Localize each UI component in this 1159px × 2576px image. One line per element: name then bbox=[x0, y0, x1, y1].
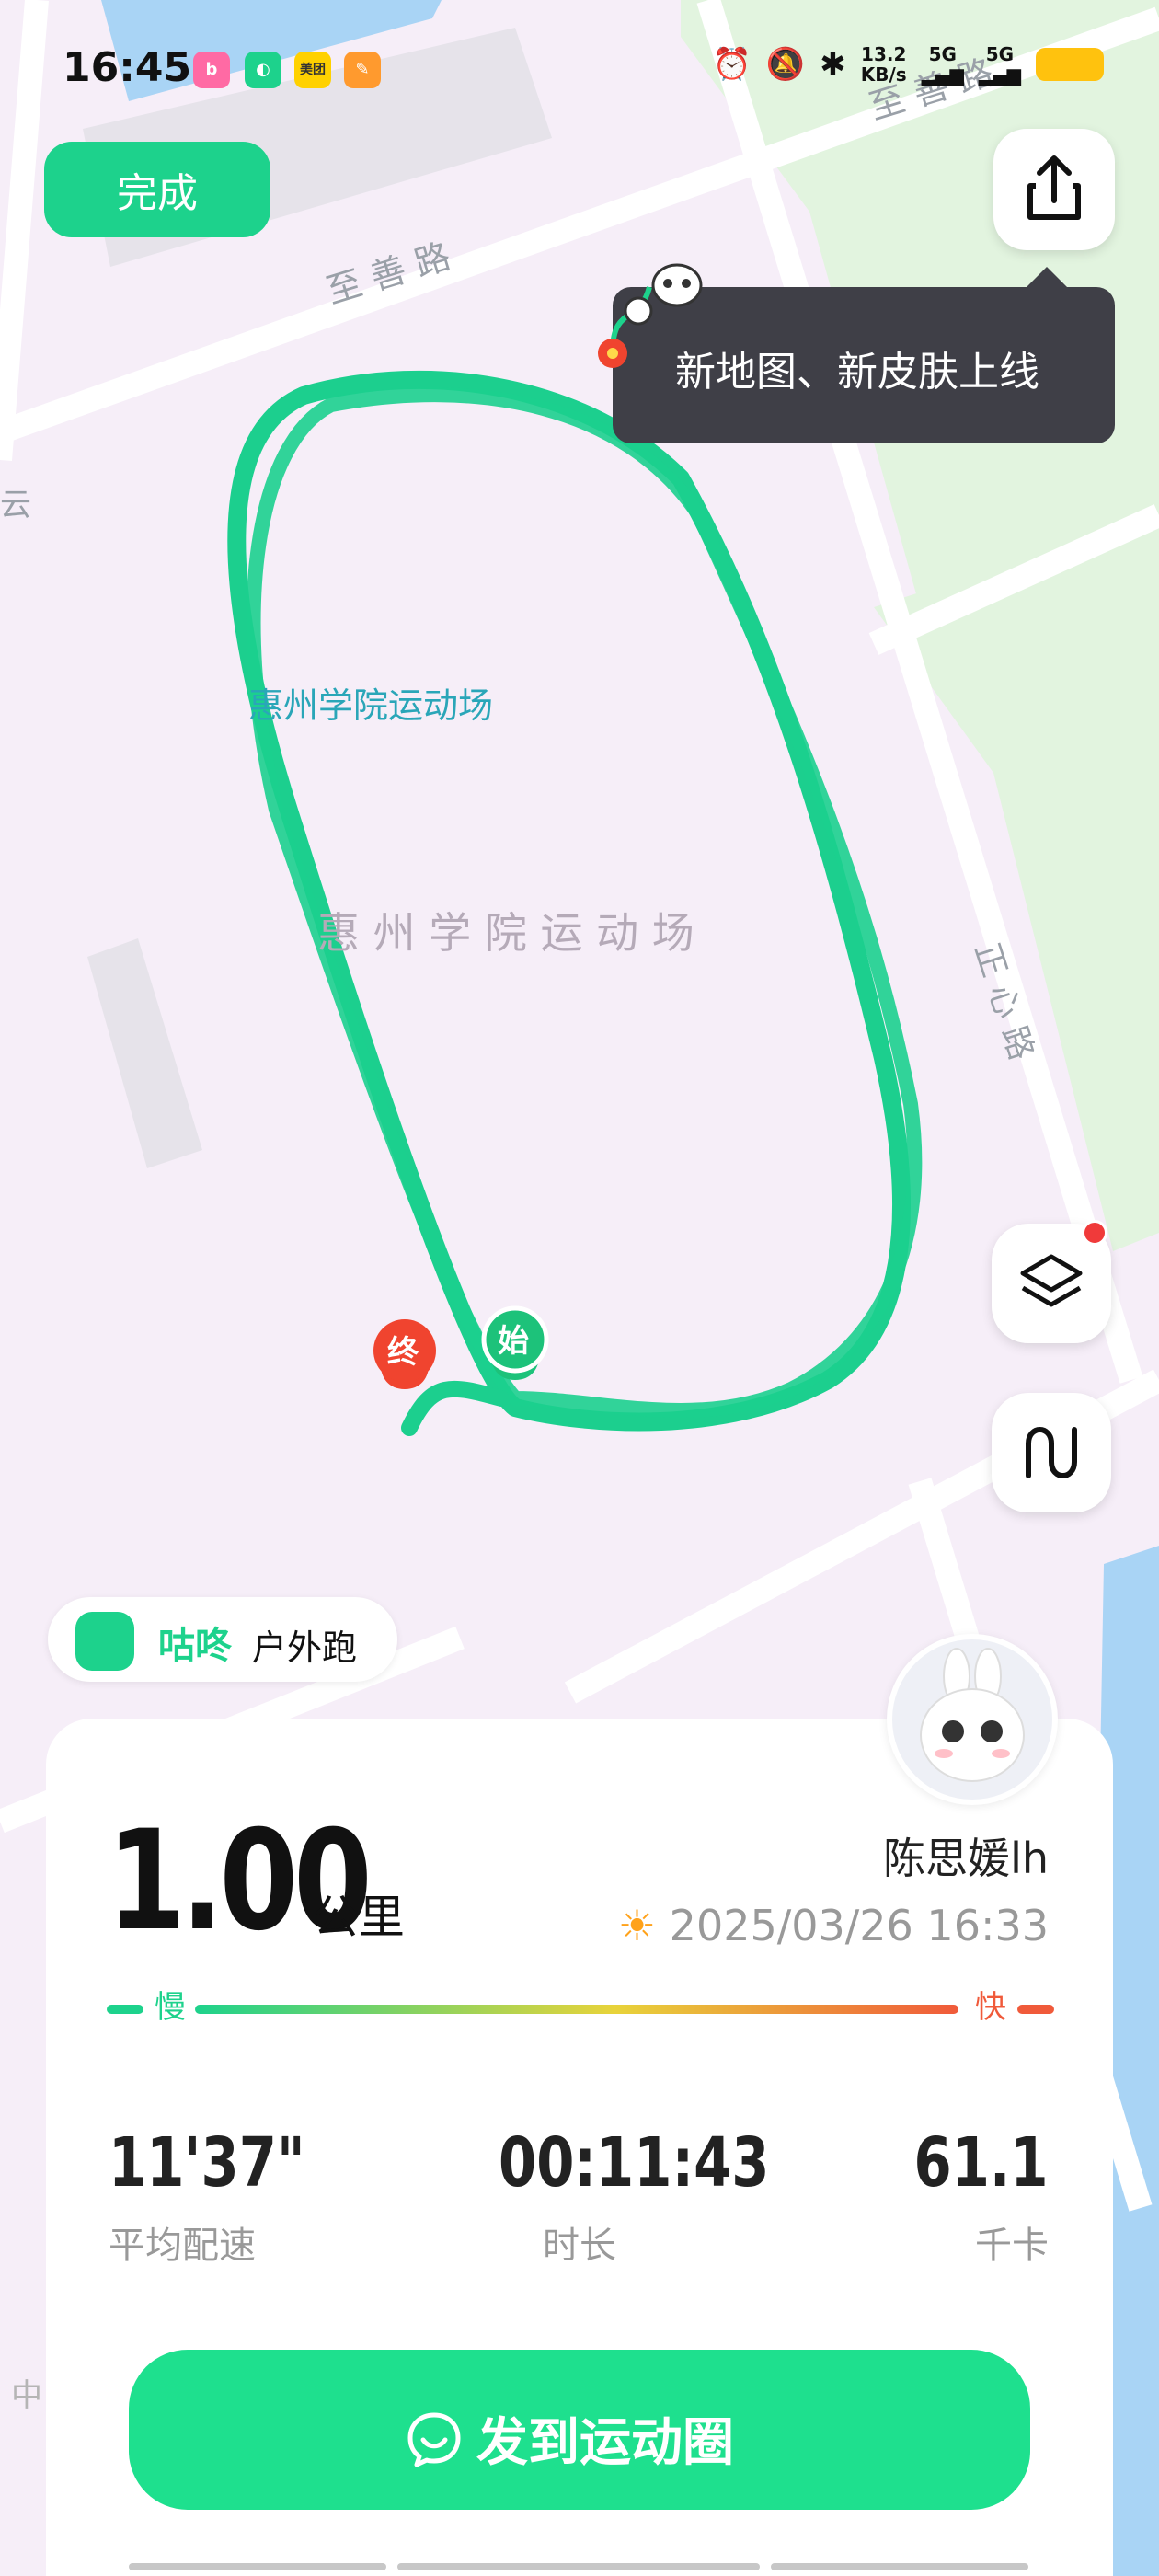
notification-dot bbox=[1082, 1220, 1107, 1246]
avatar[interactable] bbox=[887, 1634, 1058, 1805]
gudong-icon: ◐ bbox=[245, 52, 281, 88]
edge-road-label: 云 bbox=[0, 487, 31, 523]
stat-value: 61.1 bbox=[913, 2123, 1049, 2202]
chat-smile-icon bbox=[407, 2412, 461, 2467]
home-indicator bbox=[771, 2563, 1028, 2570]
stat-duration: 00:11:43 时长 bbox=[478, 2123, 770, 2269]
net-speed-unit: KB/s bbox=[860, 63, 907, 86]
stat-value: 11'37" bbox=[109, 2123, 305, 2202]
brand-pill: 咕咚 户外跑 bbox=[48, 1597, 397, 1682]
new-map-tooltip[interactable]: 新地图、新皮肤上线 bbox=[598, 263, 1115, 443]
brand-name: 咕咚 bbox=[158, 1625, 232, 1667]
track-curve-icon bbox=[1026, 1427, 1077, 1478]
signal-bars-icon: ▂▄▆ bbox=[921, 63, 964, 86]
gudong-logo-icon bbox=[75, 1612, 134, 1671]
signal-1: 5G ▂▄▆ bbox=[922, 44, 964, 85]
stat-label: 时长 bbox=[543, 2225, 616, 2267]
stat-label: 千卡 bbox=[975, 2225, 1049, 2267]
pace-fast-label: 快 bbox=[975, 1989, 1006, 2026]
distance-unit: 公里 bbox=[313, 1891, 405, 1944]
edge-road-label: 中 bbox=[11, 2377, 42, 2414]
meituan-icon: 美团 bbox=[294, 52, 331, 88]
start-marker-label: 始 bbox=[498, 1323, 529, 1360]
datetime-text: 2025/03/26 16:33 bbox=[669, 1901, 1049, 1950]
sport-mode: 户外跑 bbox=[252, 1627, 358, 1668]
signal-2: 5G ▂▄▆ bbox=[979, 44, 1021, 85]
post-to-feed-button[interactable]: 发到运动圈 bbox=[129, 2350, 1030, 2510]
bilibili-icon: b bbox=[193, 52, 230, 88]
status-time: 16:45 bbox=[63, 44, 192, 91]
home-indicator bbox=[397, 2563, 760, 2570]
stat-avg-pace: 11'37" 平均配速 bbox=[109, 2123, 354, 2269]
mute-bell-icon: 🔕 bbox=[765, 46, 806, 83]
status-bar: 16:45 b ◐ 美团 ✎ ⏰ 🔕 ✱ 13.2 KB/s 5G ▂▄▆ 5G ▂… bbox=[0, 0, 1159, 147]
stat-value: 00:11:43 bbox=[499, 2123, 770, 2202]
signal-2-label: 5G bbox=[985, 43, 1015, 65]
end-marker-label: 终 bbox=[387, 1334, 419, 1371]
status-right: ⏰ 🔕 ✱ 13.2 KB/s 5G ▂▄▆ 5G ▂▄▆ bbox=[713, 44, 1104, 85]
share-button[interactable] bbox=[993, 129, 1115, 250]
map-layers-button[interactable] bbox=[992, 1220, 1111, 1343]
done-button[interactable]: 完成 bbox=[44, 142, 270, 237]
home-indicator bbox=[129, 2563, 386, 2570]
pace-gradient-bar bbox=[107, 2005, 1054, 2014]
share-icon bbox=[1027, 155, 1081, 220]
track-replay-button[interactable] bbox=[992, 1393, 1111, 1512]
area-label: 惠 州 学 院 运 动 场 bbox=[317, 908, 694, 958]
bunny-avatar-icon bbox=[920, 1648, 1025, 1782]
user-name: 陈思媛lh bbox=[883, 1834, 1049, 1883]
pace-slow-label: 慢 bbox=[155, 1989, 186, 2026]
net-speed: 13.2 KB/s bbox=[861, 44, 907, 85]
notes-icon: ✎ bbox=[344, 52, 381, 88]
sun-icon: ☀ bbox=[617, 1901, 657, 1950]
net-speed-value: 13.2 bbox=[861, 43, 907, 65]
poi-label: 惠州学院运动场 bbox=[248, 685, 493, 726]
alarm-icon: ⏰ bbox=[712, 46, 752, 83]
post-button-label: 发到运动圈 bbox=[476, 2413, 734, 2473]
signal-1-label: 5G bbox=[928, 43, 957, 65]
workout-datetime: ☀ 2025/03/26 16:33 bbox=[618, 1901, 1049, 1950]
stat-calories: 61.1 千卡 bbox=[880, 2123, 1049, 2269]
tooltip-text: 新地图、新皮肤上线 bbox=[675, 349, 1039, 396]
stat-label: 平均配速 bbox=[109, 2225, 256, 2267]
battery-icon bbox=[1036, 48, 1104, 81]
signal-bars-icon: ▂▄▆ bbox=[978, 63, 1021, 86]
bluetooth-icon: ✱ bbox=[820, 46, 846, 83]
